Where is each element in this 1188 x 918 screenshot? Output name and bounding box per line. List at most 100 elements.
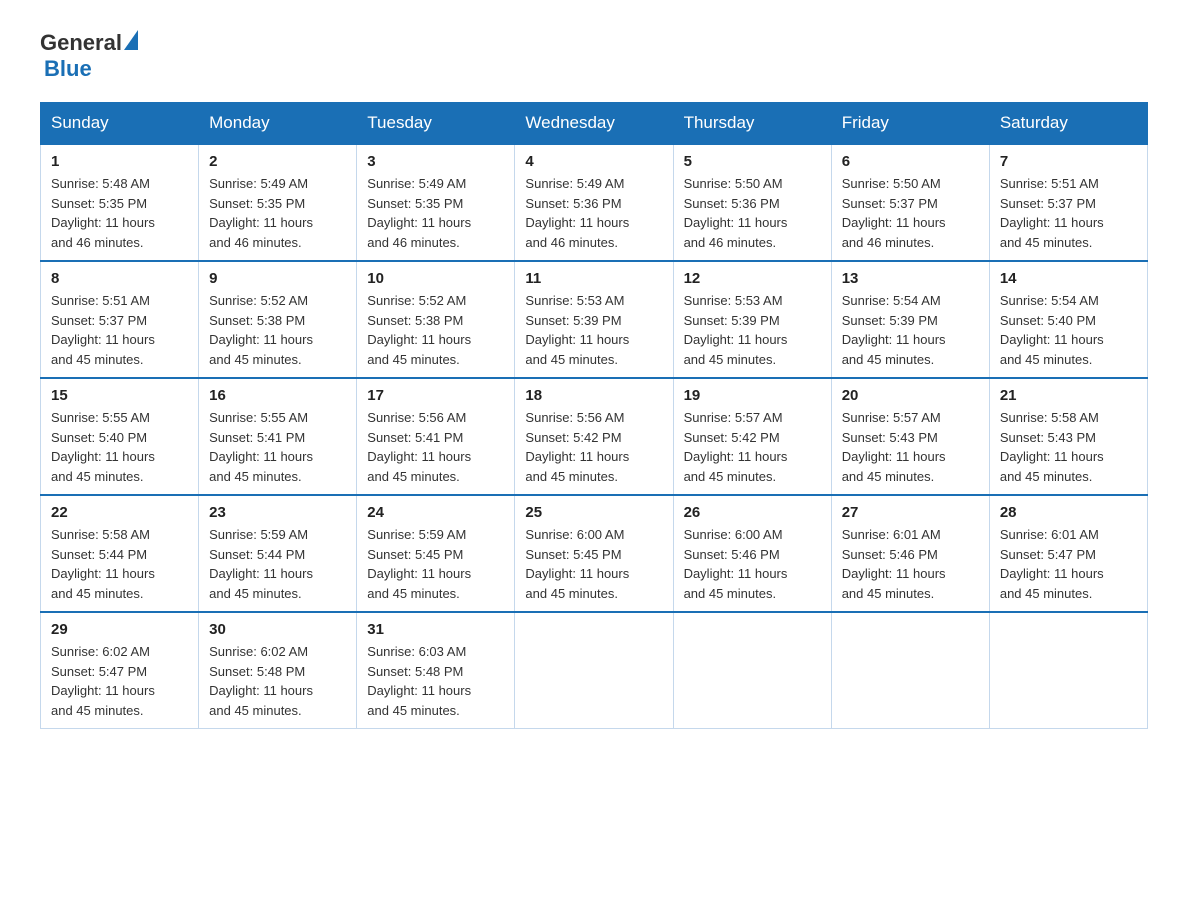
day-number: 5 [684,153,821,170]
calendar-cell: 24 Sunrise: 5:59 AMSunset: 5:45 PMDaylig… [357,495,515,612]
day-number: 16 [209,387,346,404]
calendar-cell: 22 Sunrise: 5:58 AMSunset: 5:44 PMDaylig… [41,495,199,612]
calendar-cell [831,612,989,729]
day-info: Sunrise: 6:00 AMSunset: 5:45 PMDaylight:… [525,527,629,601]
calendar-week-row: 15 Sunrise: 5:55 AMSunset: 5:40 PMDaylig… [41,378,1148,495]
column-header-saturday: Saturday [989,103,1147,145]
day-number: 26 [684,504,821,521]
calendar-cell: 28 Sunrise: 6:01 AMSunset: 5:47 PMDaylig… [989,495,1147,612]
logo-blue-text: Blue [44,56,92,81]
column-header-tuesday: Tuesday [357,103,515,145]
calendar-cell: 12 Sunrise: 5:53 AMSunset: 5:39 PMDaylig… [673,261,831,378]
day-number: 27 [842,504,979,521]
day-info: Sunrise: 6:03 AMSunset: 5:48 PMDaylight:… [367,644,471,718]
day-info: Sunrise: 5:56 AMSunset: 5:41 PMDaylight:… [367,410,471,484]
day-info: Sunrise: 5:51 AMSunset: 5:37 PMDaylight:… [1000,176,1104,250]
day-info: Sunrise: 5:49 AMSunset: 5:36 PMDaylight:… [525,176,629,250]
day-info: Sunrise: 6:01 AMSunset: 5:46 PMDaylight:… [842,527,946,601]
calendar-cell: 4 Sunrise: 5:49 AMSunset: 5:36 PMDayligh… [515,144,673,261]
day-info: Sunrise: 6:02 AMSunset: 5:48 PMDaylight:… [209,644,313,718]
day-number: 10 [367,270,504,287]
column-header-monday: Monday [199,103,357,145]
day-info: Sunrise: 5:55 AMSunset: 5:41 PMDaylight:… [209,410,313,484]
day-number: 20 [842,387,979,404]
calendar-cell: 8 Sunrise: 5:51 AMSunset: 5:37 PMDayligh… [41,261,199,378]
day-number: 11 [525,270,662,287]
day-info: Sunrise: 5:55 AMSunset: 5:40 PMDaylight:… [51,410,155,484]
calendar-cell: 21 Sunrise: 5:58 AMSunset: 5:43 PMDaylig… [989,378,1147,495]
column-header-thursday: Thursday [673,103,831,145]
calendar-cell: 2 Sunrise: 5:49 AMSunset: 5:35 PMDayligh… [199,144,357,261]
day-number: 4 [525,153,662,170]
day-number: 7 [1000,153,1137,170]
day-info: Sunrise: 6:02 AMSunset: 5:47 PMDaylight:… [51,644,155,718]
calendar-week-row: 22 Sunrise: 5:58 AMSunset: 5:44 PMDaylig… [41,495,1148,612]
calendar-week-row: 1 Sunrise: 5:48 AMSunset: 5:35 PMDayligh… [41,144,1148,261]
day-info: Sunrise: 5:57 AMSunset: 5:43 PMDaylight:… [842,410,946,484]
day-number: 30 [209,621,346,638]
day-number: 31 [367,621,504,638]
calendar-cell: 30 Sunrise: 6:02 AMSunset: 5:48 PMDaylig… [199,612,357,729]
calendar-cell: 23 Sunrise: 5:59 AMSunset: 5:44 PMDaylig… [199,495,357,612]
day-number: 13 [842,270,979,287]
day-info: Sunrise: 5:56 AMSunset: 5:42 PMDaylight:… [525,410,629,484]
calendar-cell: 9 Sunrise: 5:52 AMSunset: 5:38 PMDayligh… [199,261,357,378]
calendar-week-row: 29 Sunrise: 6:02 AMSunset: 5:47 PMDaylig… [41,612,1148,729]
calendar-cell: 18 Sunrise: 5:56 AMSunset: 5:42 PMDaylig… [515,378,673,495]
day-info: Sunrise: 5:58 AMSunset: 5:44 PMDaylight:… [51,527,155,601]
day-info: Sunrise: 6:01 AMSunset: 5:47 PMDaylight:… [1000,527,1104,601]
day-info: Sunrise: 5:52 AMSunset: 5:38 PMDaylight:… [209,293,313,367]
day-number: 15 [51,387,188,404]
column-header-sunday: Sunday [41,103,199,145]
day-number: 8 [51,270,188,287]
calendar-cell: 25 Sunrise: 6:00 AMSunset: 5:45 PMDaylig… [515,495,673,612]
day-info: Sunrise: 5:53 AMSunset: 5:39 PMDaylight:… [684,293,788,367]
column-header-wednesday: Wednesday [515,103,673,145]
day-info: Sunrise: 5:50 AMSunset: 5:37 PMDaylight:… [842,176,946,250]
day-number: 19 [684,387,821,404]
calendar-cell: 26 Sunrise: 6:00 AMSunset: 5:46 PMDaylig… [673,495,831,612]
calendar-cell: 11 Sunrise: 5:53 AMSunset: 5:39 PMDaylig… [515,261,673,378]
day-info: Sunrise: 5:59 AMSunset: 5:45 PMDaylight:… [367,527,471,601]
calendar-cell: 16 Sunrise: 5:55 AMSunset: 5:41 PMDaylig… [199,378,357,495]
day-number: 29 [51,621,188,638]
calendar-cell: 14 Sunrise: 5:54 AMSunset: 5:40 PMDaylig… [989,261,1147,378]
day-info: Sunrise: 6:00 AMSunset: 5:46 PMDaylight:… [684,527,788,601]
day-info: Sunrise: 5:53 AMSunset: 5:39 PMDaylight:… [525,293,629,367]
day-number: 1 [51,153,188,170]
day-number: 28 [1000,504,1137,521]
day-number: 6 [842,153,979,170]
day-info: Sunrise: 5:54 AMSunset: 5:39 PMDaylight:… [842,293,946,367]
calendar-week-row: 8 Sunrise: 5:51 AMSunset: 5:37 PMDayligh… [41,261,1148,378]
calendar-cell [673,612,831,729]
day-number: 17 [367,387,504,404]
day-info: Sunrise: 5:48 AMSunset: 5:35 PMDaylight:… [51,176,155,250]
calendar-cell: 15 Sunrise: 5:55 AMSunset: 5:40 PMDaylig… [41,378,199,495]
calendar-cell [989,612,1147,729]
calendar-header-row: SundayMondayTuesdayWednesdayThursdayFrid… [41,103,1148,145]
day-number: 25 [525,504,662,521]
calendar-cell: 1 Sunrise: 5:48 AMSunset: 5:35 PMDayligh… [41,144,199,261]
page-header: General Blue [40,30,1148,82]
day-info: Sunrise: 5:49 AMSunset: 5:35 PMDaylight:… [209,176,313,250]
calendar-cell: 29 Sunrise: 6:02 AMSunset: 5:47 PMDaylig… [41,612,199,729]
calendar-cell: 17 Sunrise: 5:56 AMSunset: 5:41 PMDaylig… [357,378,515,495]
day-number: 2 [209,153,346,170]
day-info: Sunrise: 5:57 AMSunset: 5:42 PMDaylight:… [684,410,788,484]
calendar-cell: 13 Sunrise: 5:54 AMSunset: 5:39 PMDaylig… [831,261,989,378]
day-number: 23 [209,504,346,521]
calendar-cell: 20 Sunrise: 5:57 AMSunset: 5:43 PMDaylig… [831,378,989,495]
day-info: Sunrise: 5:50 AMSunset: 5:36 PMDaylight:… [684,176,788,250]
day-number: 12 [684,270,821,287]
column-header-friday: Friday [831,103,989,145]
day-number: 3 [367,153,504,170]
day-info: Sunrise: 5:51 AMSunset: 5:37 PMDaylight:… [51,293,155,367]
calendar-cell: 31 Sunrise: 6:03 AMSunset: 5:48 PMDaylig… [357,612,515,729]
day-info: Sunrise: 5:59 AMSunset: 5:44 PMDaylight:… [209,527,313,601]
day-info: Sunrise: 5:54 AMSunset: 5:40 PMDaylight:… [1000,293,1104,367]
day-number: 22 [51,504,188,521]
logo-general-text: General [40,30,122,56]
day-info: Sunrise: 5:52 AMSunset: 5:38 PMDaylight:… [367,293,471,367]
day-number: 24 [367,504,504,521]
calendar-cell: 3 Sunrise: 5:49 AMSunset: 5:35 PMDayligh… [357,144,515,261]
